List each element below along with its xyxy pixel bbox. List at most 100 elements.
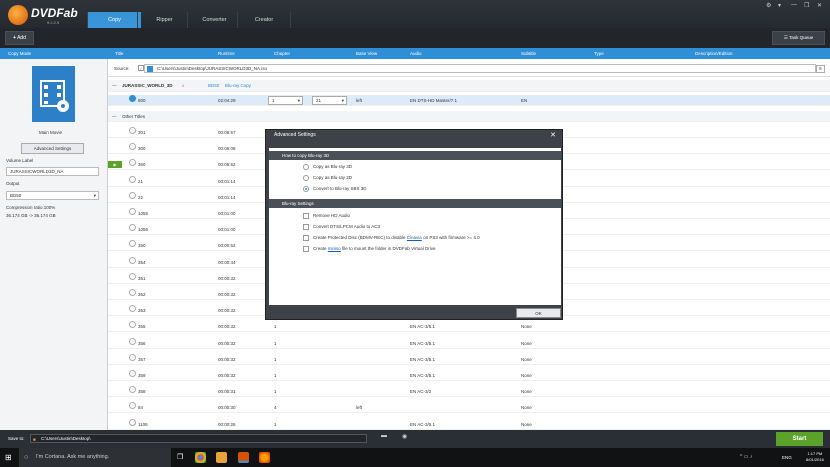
runtime: 00:01:14 [218, 178, 236, 184]
title-radio[interactable] [129, 240, 136, 248]
collapse-icon[interactable]: — [112, 111, 117, 122]
runtime: 00:00:32 [218, 292, 236, 297]
checkbox-protected-disc[interactable] [303, 235, 309, 241]
title-radio[interactable] [129, 208, 136, 215]
chapter-value: 1 [272, 98, 275, 103]
title-radio[interactable] [129, 370, 136, 377]
title-radio[interactable] [129, 191, 136, 199]
maximize-icon[interactable]: ❐ [804, 2, 809, 9]
help-icon[interactable]: ▾ [778, 2, 781, 9]
opt-copy-2d: Copy as Blu-ray 2D [313, 175, 353, 180]
cinavia-link[interactable]: Cinavia [407, 235, 422, 240]
title-radio[interactable] [129, 337, 136, 345]
title-radio[interactable] [129, 402, 136, 410]
checkbox-convert-dts[interactable] [303, 224, 309, 230]
table-row[interactable]: 84 00:00:30 4 left None [108, 402, 830, 414]
windows-start-icon[interactable]: ⊞ [5, 453, 12, 462]
runtime: 00:00:32 [218, 340, 236, 346]
table-row[interactable]: 355 00:00:32 1 EN AC-3/5.1 None [108, 321, 830, 333]
col-title[interactable]: Title [115, 48, 123, 59]
title-radio[interactable] [129, 127, 136, 134]
radio-copy-2d[interactable] [303, 175, 309, 181]
title-radio[interactable] [129, 305, 136, 313]
runtime: 00:06:08 [218, 146, 236, 152]
other-titles-row[interactable]: — Other Titles [108, 111, 830, 122]
col-subtitle[interactable]: Subtitle [521, 48, 536, 59]
cortana-search-box[interactable]: ○ I'm Cortana. Ask me anything. [19, 448, 171, 467]
file-explorer-icon[interactable] [216, 452, 227, 463]
add-button[interactable]: + Add [5, 31, 34, 45]
checkbox-miniso[interactable] [303, 246, 309, 252]
table-row[interactable]: 358 00:00:31 1 EN AC-3/2 None [108, 386, 830, 398]
burn-disc-icon[interactable]: ◉ [402, 433, 407, 440]
base-view-select[interactable]: 21 ▾ [312, 96, 347, 105]
radio-copy-3d[interactable] [303, 164, 309, 170]
size-info: 36.174 GB -> 36.174 GB [6, 213, 56, 218]
collapse-icon[interactable]: — [112, 80, 117, 92]
miniso-link[interactable]: miniso [328, 246, 341, 251]
table-row[interactable]: 357 00:00:32 1 EN AC-3/5.1 None [108, 353, 830, 365]
play-icon[interactable]: ▶ [108, 161, 122, 169]
title-radio[interactable] [129, 95, 136, 102]
col-type[interactable]: Type [594, 48, 604, 59]
table-row[interactable]: 356 00:00:32 1 EN AC-3/5.1 None [108, 337, 830, 349]
title-radio[interactable] [129, 386, 136, 394]
main-movie-icon[interactable] [32, 66, 75, 122]
taskbar-clock[interactable]: 1:17 PM 8/01/2016 [806, 451, 824, 463]
save-path-input[interactable]: ■ C:\Users\Justin\Desktop\ [30, 434, 367, 443]
save-path-text: C:\Users\Justin\Desktop\ [41, 436, 91, 441]
title-id: 1056 [138, 227, 149, 233]
runtime: 00:00:32 [218, 324, 236, 330]
title-radio[interactable] [129, 256, 136, 264]
audio: EN AC-3/5.1 [410, 340, 436, 346]
title-radio[interactable] [129, 175, 136, 183]
title-radio[interactable] [129, 418, 136, 426]
col-runtime[interactable]: Runtime [218, 48, 235, 59]
chapter-select[interactable]: 1 ▾ [268, 96, 303, 105]
disc-row[interactable]: — JURASSIC_WORLD_3D ◐ BD50 Blu-ray Copy [108, 80, 830, 92]
firefox-icon[interactable] [259, 452, 270, 463]
col-description[interactable]: Description/Edition [695, 48, 733, 59]
col-base-view[interactable]: Base View [356, 48, 377, 59]
tab-ripper[interactable]: Ripper [137, 12, 191, 28]
table-row[interactable]: 359 00:00:32 1 EN AC-3/5.1 None [108, 370, 830, 381]
volume-label-input[interactable]: JURASSICWORLD3D_NA [6, 167, 99, 176]
radio-sbs-3d[interactable] [303, 186, 309, 192]
browse-folder-icon[interactable]: ▬ [381, 433, 387, 439]
title-id: 360 [138, 162, 146, 168]
chrome-icon[interactable] [195, 452, 206, 463]
title-radio[interactable] [129, 159, 136, 167]
main-title-row[interactable]: 800 02:04:29 1 ▾ 21 ▾ left EN DTS-HD Maste… [108, 95, 830, 106]
dialog-close-icon[interactable]: ✕ [550, 130, 556, 141]
tab-copy[interactable]: Copy [87, 12, 141, 28]
tray-icons[interactable]: ^ ▭ ♪ [740, 454, 752, 460]
settings-icon[interactable]: ⚙ [766, 2, 771, 9]
tab-converter[interactable]: Converter [187, 12, 241, 28]
advanced-settings-button[interactable]: Advanced Settings [21, 143, 84, 154]
col-audio[interactable]: Audio [410, 48, 422, 59]
source-menu-icon[interactable]: ≡ [816, 65, 825, 73]
tab-creator[interactable]: Creator [237, 12, 291, 28]
minimize-icon[interactable]: — [791, 2, 797, 8]
title-radio[interactable] [129, 224, 136, 232]
table-row[interactable]: 1106 00:00:26 1 EN AC-3/5.1 None [108, 418, 830, 430]
title-radio[interactable] [129, 289, 136, 296]
runtime: 00:00:32 [218, 275, 236, 281]
title-radio[interactable] [129, 321, 136, 329]
col-chapter[interactable]: Chapter [274, 48, 290, 59]
title-radio[interactable] [129, 272, 136, 280]
title-radio[interactable] [129, 143, 136, 151]
dvdfab-taskbar-icon[interactable] [238, 452, 249, 463]
title-radio[interactable] [129, 353, 136, 361]
advanced-settings-dialog: Advanced Settings ✕ How to copy Blu-ray … [265, 129, 563, 320]
start-button[interactable]: Start [776, 432, 823, 446]
task-view-icon[interactable]: ❐ [177, 453, 183, 461]
checkbox-remove-hd-audio[interactable] [303, 213, 309, 219]
chevron-down-icon: ▾ [297, 98, 300, 103]
ok-button[interactable]: OK [516, 308, 561, 318]
task-queue-button[interactable]: ☰ Task Queue [772, 31, 825, 45]
title-id: 1055 [138, 211, 149, 216]
close-icon[interactable]: ✕ [817, 2, 822, 9]
output-select[interactable]: BD50 ▾ [6, 191, 99, 200]
language-indicator[interactable]: ENG [782, 455, 792, 460]
